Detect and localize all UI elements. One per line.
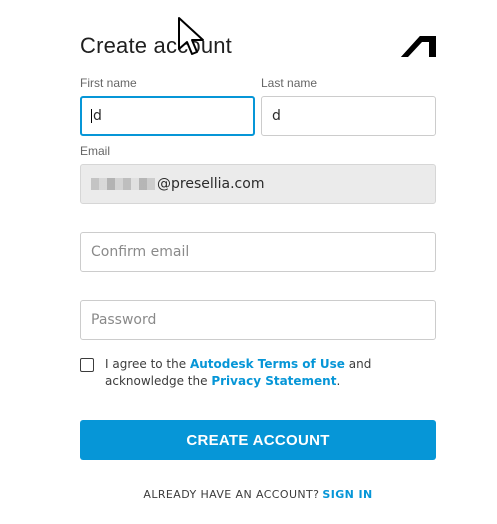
- last-name-value: d: [272, 108, 281, 124]
- signin-link[interactable]: SIGN IN: [322, 488, 372, 501]
- redacted-email-local-part: [91, 178, 155, 190]
- email-domain: @presellia.com: [157, 176, 265, 192]
- first-name-value: d: [93, 108, 102, 124]
- first-name-input[interactable]: d: [80, 96, 255, 136]
- last-name-input[interactable]: d: [261, 96, 436, 136]
- agree-text: I agree to the Autodesk Terms of Use and…: [105, 356, 435, 390]
- confirm-email-input[interactable]: [80, 232, 436, 272]
- page-title: Create account: [80, 33, 232, 58]
- text-caret: [91, 109, 92, 123]
- autodesk-logo-icon: [401, 36, 436, 57]
- create-account-page: Create account First name d Last name d …: [0, 0, 497, 524]
- agree-suffix: .: [336, 374, 341, 388]
- email-label: Email: [80, 144, 111, 158]
- password-input[interactable]: [80, 300, 436, 340]
- agree-checkbox[interactable]: [80, 358, 94, 372]
- signin-row: ALREADY HAVE AN ACCOUNT? SIGN IN: [0, 488, 497, 501]
- create-account-button[interactable]: CREATE ACCOUNT: [80, 420, 436, 460]
- first-name-label: First name: [80, 76, 137, 90]
- privacy-statement-link[interactable]: Privacy Statement: [211, 374, 336, 388]
- email-field: @presellia.com: [80, 164, 436, 204]
- agree-prefix: I agree to the: [105, 357, 190, 371]
- signin-prompt: ALREADY HAVE AN ACCOUNT?: [143, 488, 320, 501]
- last-name-label: Last name: [261, 76, 318, 90]
- terms-of-use-link[interactable]: Autodesk Terms of Use: [190, 357, 345, 371]
